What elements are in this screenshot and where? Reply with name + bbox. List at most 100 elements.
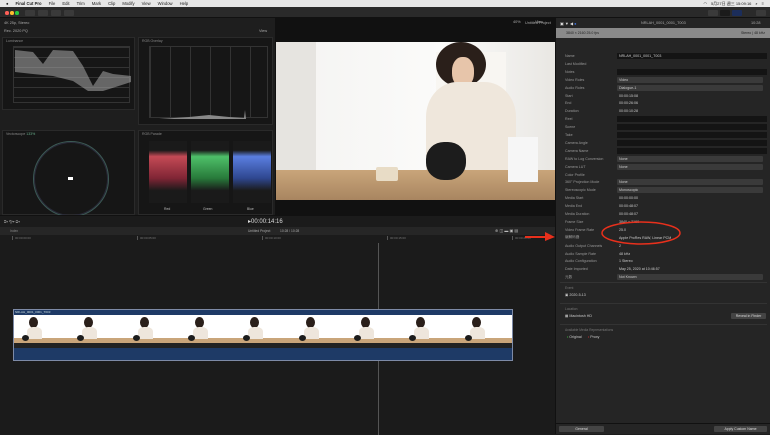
reveal-in-finder-button[interactable]: Reveal in Finder bbox=[731, 313, 766, 319]
menu-app[interactable]: Final Cut Pro bbox=[16, 1, 42, 6]
metadata-row: RAW to Log Conversion None bbox=[565, 155, 767, 163]
metadata-row: Notes bbox=[565, 68, 767, 76]
clock[interactable]: 5月27日 週三 15:09:16 bbox=[711, 1, 751, 7]
menu-window[interactable]: Window bbox=[158, 1, 173, 6]
menu-file[interactable]: File bbox=[49, 1, 56, 6]
rgb-overlay-scope: RGB Overlay bbox=[138, 37, 273, 125]
metadata-row: Last Modified bbox=[565, 60, 767, 68]
metadata-key: Camera LUT bbox=[565, 164, 586, 169]
metadata-value[interactable]: Monoscopic bbox=[617, 187, 763, 194]
metadata-value[interactable]: None bbox=[617, 155, 763, 162]
timeline-view-controls[interactable]: ⊕ ◫ ▬ ▣ ▤ bbox=[495, 228, 518, 233]
library-layout-button[interactable] bbox=[708, 10, 718, 16]
menu-mark[interactable]: Mark bbox=[92, 1, 101, 6]
metadata-row: 元数 Not Known bbox=[565, 273, 767, 281]
luminance-scope: Luminance bbox=[2, 37, 135, 110]
metadata-key: Camera Angle bbox=[565, 140, 588, 145]
metadata-value[interactable]: Video bbox=[617, 76, 763, 83]
vectorscope-title: Vectorscope 133% bbox=[6, 132, 36, 136]
ruler-tick: 00:00:15:00 bbox=[387, 236, 406, 240]
metadata-key: Media End bbox=[565, 204, 583, 209]
search-icon[interactable]: ⌕ bbox=[755, 1, 757, 6]
metadata-row: Camera Name bbox=[565, 147, 767, 155]
metadata-key: Reel bbox=[565, 117, 573, 122]
timeline-ruler[interactable]: 00:00:00:00 00:00:05:00 00:00:10:00 00:00:1… bbox=[0, 235, 555, 243]
metadata-value[interactable] bbox=[617, 147, 767, 154]
apply-custom-name-button[interactable]: Apply Custom Name bbox=[714, 426, 767, 432]
menu-trim[interactable]: Trim bbox=[77, 1, 85, 6]
annotation-arrow bbox=[525, 232, 555, 241]
parade-green-label: Green bbox=[203, 207, 213, 211]
metadata-row: Take bbox=[565, 131, 767, 139]
scopes-view-menu[interactable]: View bbox=[259, 29, 267, 33]
metadata-value: 00:00:26:06 bbox=[619, 101, 638, 106]
metadata-row: Duration 00:00:10:28 bbox=[565, 107, 767, 115]
metadata-key: Date Imported bbox=[565, 267, 588, 272]
metadata-value[interactable]: Not Known bbox=[617, 274, 763, 281]
filmstrip-frame bbox=[69, 315, 125, 348]
metadata-value: 00:00:00:00 bbox=[619, 196, 638, 201]
metadata-key: RAW to Log Conversion bbox=[565, 156, 604, 161]
metadata-row: Reel bbox=[565, 115, 767, 123]
index-button[interactable]: Index bbox=[10, 229, 18, 233]
video-clip[interactable]: NRLAH_0001_0001_T003 bbox=[13, 309, 513, 361]
metadata-value[interactable] bbox=[617, 124, 767, 131]
menu-clip[interactable]: Clip bbox=[108, 1, 115, 6]
menu-list-icon[interactable]: ≡ bbox=[762, 1, 764, 6]
metadata-row: Media End 00:00:48:07 bbox=[565, 202, 767, 210]
metadata-key: Stereoscopic Mode bbox=[565, 188, 596, 193]
metadata-row: Date Imported May 25, 2020 at 10:46:57 bbox=[565, 265, 767, 273]
metadata-key: Name bbox=[565, 54, 575, 58]
inspector-info-bar: 3840 × 2160 25.0 fps Stereo | 48 kHz bbox=[556, 28, 770, 38]
zoom-menu[interactable]: 40% bbox=[513, 20, 521, 24]
metadata-view-menu[interactable]: General bbox=[559, 426, 604, 432]
menu-view[interactable]: View bbox=[142, 1, 151, 6]
close-button[interactable] bbox=[5, 11, 9, 15]
metadata-value: 00:00:48:07 bbox=[619, 212, 638, 216]
import-button[interactable] bbox=[25, 10, 35, 16]
background-tasks-button[interactable] bbox=[51, 10, 61, 16]
metadata-value[interactable] bbox=[617, 139, 767, 146]
metadata-value[interactable]: Dialogue-1 bbox=[617, 84, 763, 91]
video-frame bbox=[276, 42, 555, 200]
menu-modify[interactable]: Modify bbox=[122, 1, 134, 6]
luminance-title: Luminance bbox=[6, 39, 24, 43]
timeline-tools[interactable]: ⌗▾ ⚒▾ ⊡▾ bbox=[4, 219, 20, 224]
metadata-value[interactable]: None bbox=[617, 179, 763, 186]
keywords-button[interactable] bbox=[38, 10, 48, 16]
filmstrip-frame bbox=[14, 315, 70, 348]
inspector-tab-icons[interactable]: ▣ ▼ ◀ ● bbox=[560, 21, 577, 26]
metadata-row: End 00:00:26:06 bbox=[565, 99, 767, 107]
rgb-parade-title: RGB Parade bbox=[142, 132, 162, 136]
timecode-display[interactable]: ▸00:00:14:16 bbox=[248, 218, 283, 225]
inspector-duration: 10:28 bbox=[751, 21, 761, 25]
location-heading: Location bbox=[565, 307, 578, 311]
metadata-value[interactable] bbox=[617, 68, 767, 75]
filmstrip-frame bbox=[456, 315, 512, 348]
metadata-value[interactable] bbox=[617, 132, 767, 138]
viewer-view-menu[interactable]: View bbox=[535, 20, 543, 24]
metadata-key: Last Modified bbox=[565, 61, 587, 66]
video-scopes-panel: 4K 25p, Stereo Rec. 2020 PQ View Luminan… bbox=[0, 18, 275, 217]
inspector-layout-button[interactable] bbox=[732, 10, 742, 16]
inspector-clip-name: NRLAH_0001_0001_T003 bbox=[641, 21, 686, 25]
minimize-button[interactable] bbox=[10, 11, 14, 15]
original-indicator: • Original bbox=[567, 335, 582, 339]
share-button-left[interactable] bbox=[64, 10, 74, 16]
media-representations-heading: Available Media Representations bbox=[565, 328, 614, 332]
apple-icon[interactable]: ● bbox=[6, 1, 9, 6]
metadata-value[interactable] bbox=[617, 116, 767, 123]
menu-help[interactable]: Help bbox=[180, 1, 189, 6]
format-label: 4K 25p, Stereo bbox=[4, 21, 30, 25]
zoom-button[interactable] bbox=[15, 11, 19, 15]
menu-edit[interactable]: Edit bbox=[62, 1, 69, 6]
timeline-layout-button[interactable] bbox=[720, 10, 730, 16]
share-icon[interactable] bbox=[756, 10, 766, 16]
wifi-icon[interactable]: ◠ bbox=[703, 1, 707, 6]
metadata-row: Camera LUT None bbox=[565, 163, 767, 171]
metadata-value[interactable]: NRLAH_0001_0001_T003 bbox=[617, 53, 767, 59]
timeline-project-time: 10:28 / 10:28 bbox=[280, 229, 300, 233]
ruler-tick: 00:00:00:00 bbox=[12, 236, 31, 240]
metadata-value[interactable]: None bbox=[617, 163, 763, 170]
event-value: ▣ 2020-5-13 bbox=[565, 293, 586, 297]
